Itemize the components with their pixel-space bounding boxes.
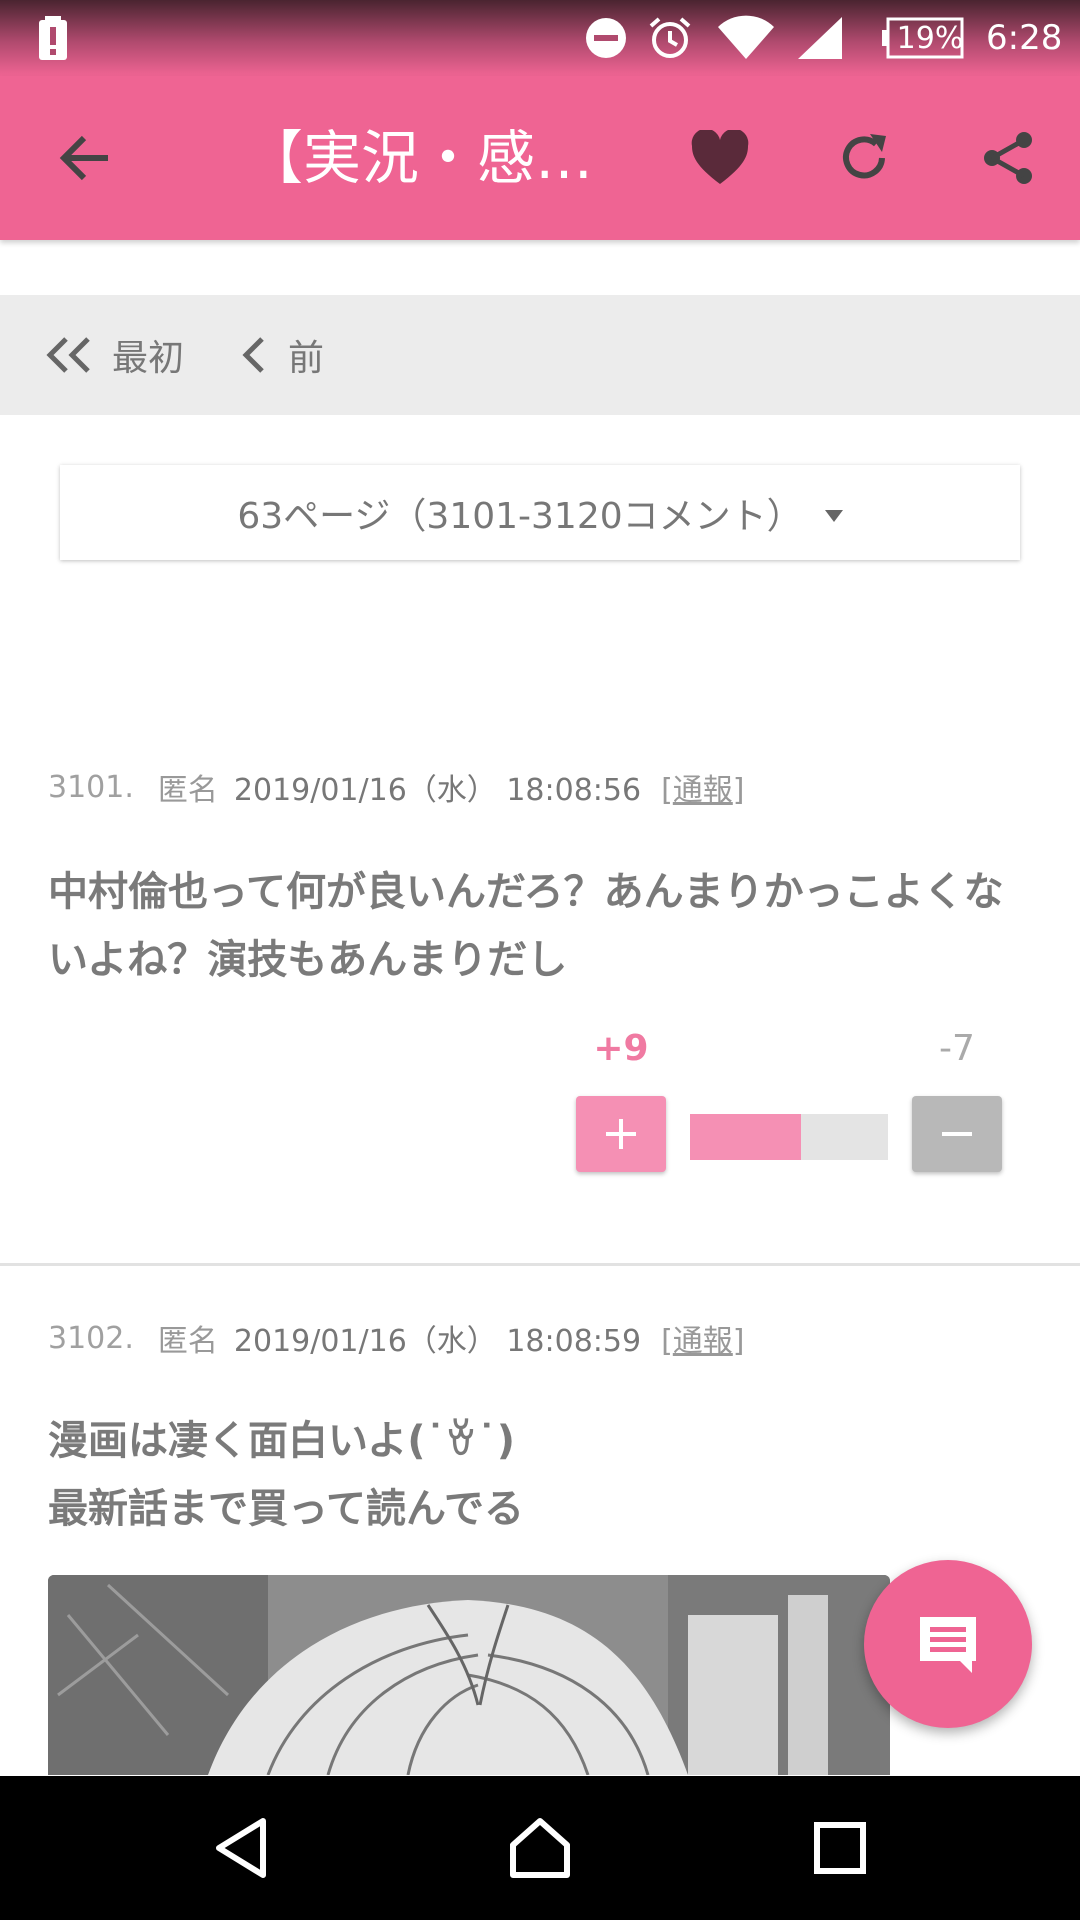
report-bracket-open: [	[661, 773, 673, 808]
first-page-label: 最初	[112, 338, 185, 379]
triangle-back-icon	[216, 1818, 266, 1878]
alarm-icon	[647, 0, 693, 76]
minus-icon	[942, 1132, 972, 1136]
comment-date: 2019/01/16（水） 18:08:56	[233, 773, 642, 808]
system-recents-button[interactable]	[795, 1803, 885, 1893]
recents-square-icon	[814, 1822, 866, 1874]
comment-body: 中村倫也って何が良いんだろ？あんまりかっこよくないよね？演技もあんまりだし	[48, 869, 1004, 983]
report-bracket-close: ]	[732, 773, 745, 808]
pagination-nav: 最初 前	[0, 295, 1080, 415]
comment-body: 漫画は凄く面白いよ(˙ꈊ˙) 最新話まで買って読んでる	[48, 1407, 1038, 1543]
report-label: 通報	[672, 1324, 733, 1359]
minus-vote-button[interactable]	[912, 1096, 1002, 1172]
prev-page-link[interactable]: 前	[240, 295, 324, 415]
first-page-link[interactable]: 最初	[46, 295, 184, 415]
refresh-icon	[843, 134, 886, 179]
page-title: 【実況・感想...	[245, 124, 625, 192]
page-select-label: 63ページ（3101-3120コメント）	[237, 495, 803, 537]
prev-page-label: 前	[288, 338, 325, 379]
do-not-disturb-icon	[584, 0, 628, 76]
report-bracket-open: [	[661, 1324, 673, 1359]
status-time: 6:28	[986, 18, 1063, 58]
back-arrow-icon	[59, 135, 108, 181]
plus-vote-button[interactable]	[576, 1096, 666, 1172]
comment-author: 匿名	[157, 773, 218, 808]
cell-signal-icon	[796, 0, 846, 76]
manga-illustration	[48, 1575, 890, 1775]
comment-body-line: 漫画は凄く面白いよ(˙ꈊ˙)	[48, 1418, 516, 1464]
share-button[interactable]	[963, 113, 1053, 203]
plus-icon	[606, 1119, 636, 1149]
share-icon	[984, 132, 1032, 184]
comment-number: 3102.	[48, 1320, 134, 1356]
comment-date: 2019/01/16（水） 18:08:59	[233, 1324, 642, 1359]
comment-meta: 3102. 匿名 2019/01/16（水） 18:08:59 [通報]	[48, 1313, 745, 1363]
comment-meta: 3101. 匿名 2019/01/16（水） 18:08:56 [通報]	[48, 762, 745, 812]
status-bar: 19% 6:28	[0, 0, 1080, 76]
vote-ratio-bar	[690, 1114, 888, 1160]
battery-percent: 19%	[896, 20, 964, 56]
comment-author: 匿名	[157, 1324, 218, 1359]
home-icon	[510, 1818, 570, 1878]
report-label: 通報	[672, 773, 733, 808]
comment-number: 3101.	[48, 769, 134, 805]
wifi-icon	[716, 0, 776, 76]
plus-count: +9	[593, 1028, 649, 1069]
system-back-button[interactable]	[196, 1803, 286, 1893]
comment-icon	[920, 1617, 976, 1673]
battery-alert-icon	[36, 0, 70, 76]
compose-comment-fab[interactable]	[864, 1560, 1032, 1728]
refresh-button[interactable]	[819, 113, 909, 203]
dropdown-caret-icon	[824, 509, 843, 522]
page-select-dropdown[interactable]: 63ページ（3101-3120コメント）	[60, 465, 1020, 560]
chevron-left-icon	[242, 337, 264, 373]
minus-count: -7	[939, 1028, 975, 1069]
favorite-button[interactable]	[675, 113, 765, 203]
comment-divider	[0, 1263, 1080, 1266]
comment-body-line: 最新話まで買って読んでる	[48, 1486, 524, 1532]
app-bar: 【実況・感想...	[0, 76, 1080, 240]
system-nav-bar	[0, 1776, 1080, 1920]
report-link[interactable]: [通報]	[661, 765, 744, 809]
back-button[interactable]	[40, 113, 130, 203]
comment-image[interactable]	[48, 1575, 890, 1775]
system-home-button[interactable]	[495, 1803, 585, 1893]
vote-ratio-fill	[690, 1114, 802, 1160]
report-bracket-close: ]	[732, 1324, 745, 1359]
heart-icon	[691, 130, 749, 184]
report-link[interactable]: [通報]	[661, 1316, 744, 1360]
double-chevron-left-icon	[46, 337, 90, 373]
